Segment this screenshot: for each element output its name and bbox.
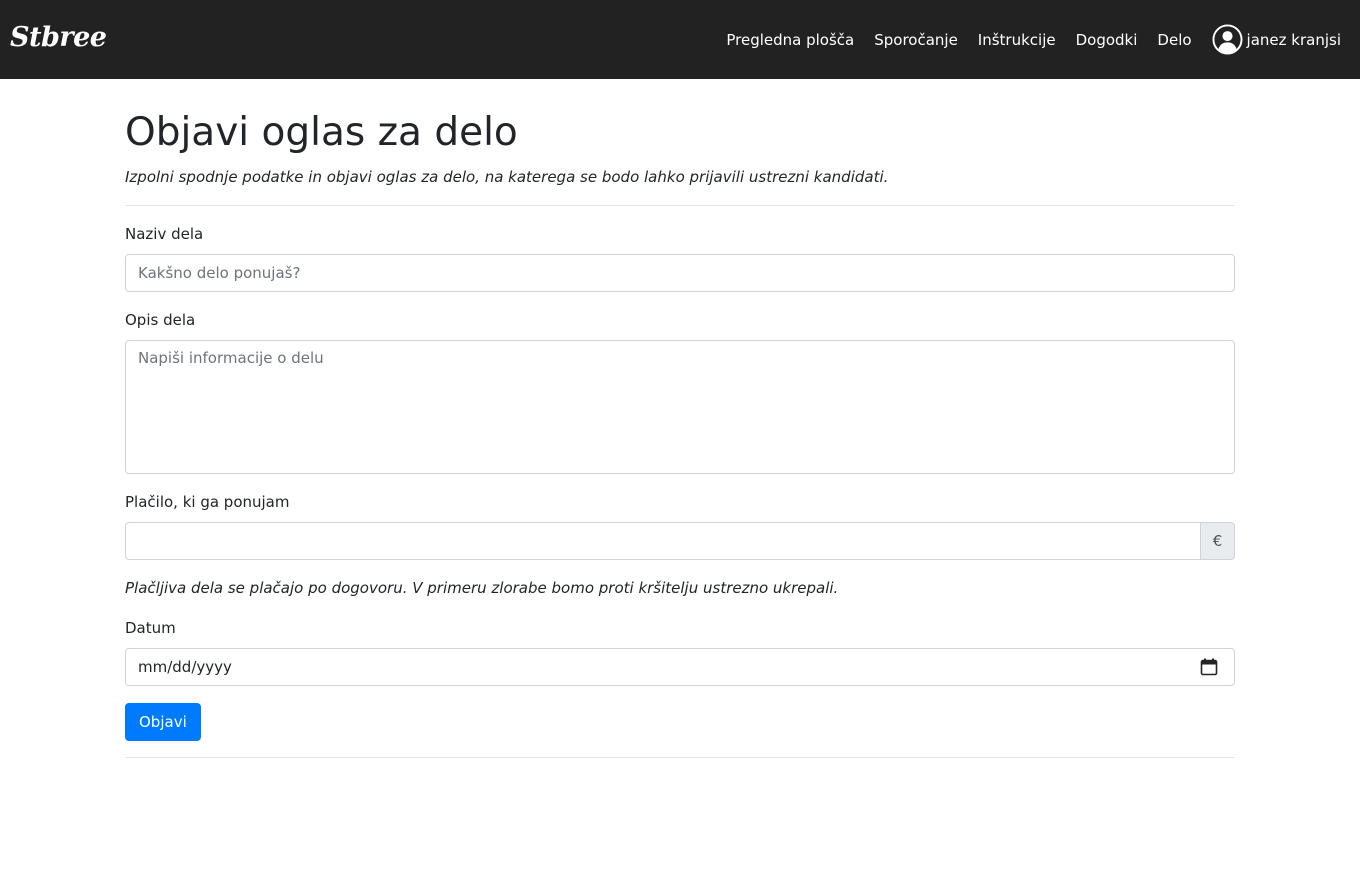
calendar-icon[interactable] bbox=[1200, 658, 1218, 676]
navbar: Stbree Pregledna plošča Sporočanje Inštr… bbox=[0, 0, 1360, 79]
user-circle-icon bbox=[1212, 24, 1243, 55]
bottom-divider bbox=[125, 757, 1235, 758]
nav-link-delo[interactable]: Delo bbox=[1157, 31, 1191, 49]
payment-note: Plačljiva dela se plačajo po dogovoru. V… bbox=[125, 579, 839, 597]
datum-placeholder: mm/dd/yyyy bbox=[138, 658, 232, 676]
opis-dela-label: Opis dela bbox=[125, 311, 196, 329]
nav-link-dogodki[interactable]: Dogodki bbox=[1076, 31, 1138, 49]
divider bbox=[125, 205, 1235, 206]
nav-links: Pregledna plošča Sporočanje Inštrukcije … bbox=[706, 0, 1341, 79]
opis-dela-textarea[interactable] bbox=[125, 340, 1235, 474]
page-subtitle: Izpolni spodnje podatke in objavi oglas … bbox=[125, 168, 889, 186]
placilo-label: Plačilo, ki ga ponujam bbox=[125, 493, 290, 511]
objavi-button[interactable]: Objavi bbox=[125, 703, 201, 741]
placilo-input-group: € bbox=[125, 522, 1235, 560]
user-menu[interactable]: janez kranjsi bbox=[1212, 24, 1341, 55]
nav-link-instrukcije[interactable]: Inštrukcije bbox=[978, 31, 1056, 49]
datum-label: Datum bbox=[125, 619, 176, 637]
site-logo[interactable]: Stbree bbox=[10, 22, 107, 54]
nav-link-sporocanje[interactable]: Sporočanje bbox=[874, 31, 958, 49]
placilo-input[interactable] bbox=[125, 522, 1200, 560]
user-name: janez kranjsi bbox=[1246, 30, 1341, 49]
datum-input[interactable]: mm/dd/yyyy bbox=[125, 648, 1235, 686]
nav-link-pregledna-plosca[interactable]: Pregledna plošča bbox=[726, 31, 854, 49]
currency-addon: € bbox=[1200, 522, 1235, 560]
naziv-dela-input[interactable] bbox=[125, 254, 1235, 292]
page-title: Objavi oglas za delo bbox=[125, 110, 518, 155]
naziv-dela-label: Naziv dela bbox=[125, 225, 204, 243]
main-container: Objavi oglas za delo Izpolni spodnje pod… bbox=[125, 79, 1235, 758]
